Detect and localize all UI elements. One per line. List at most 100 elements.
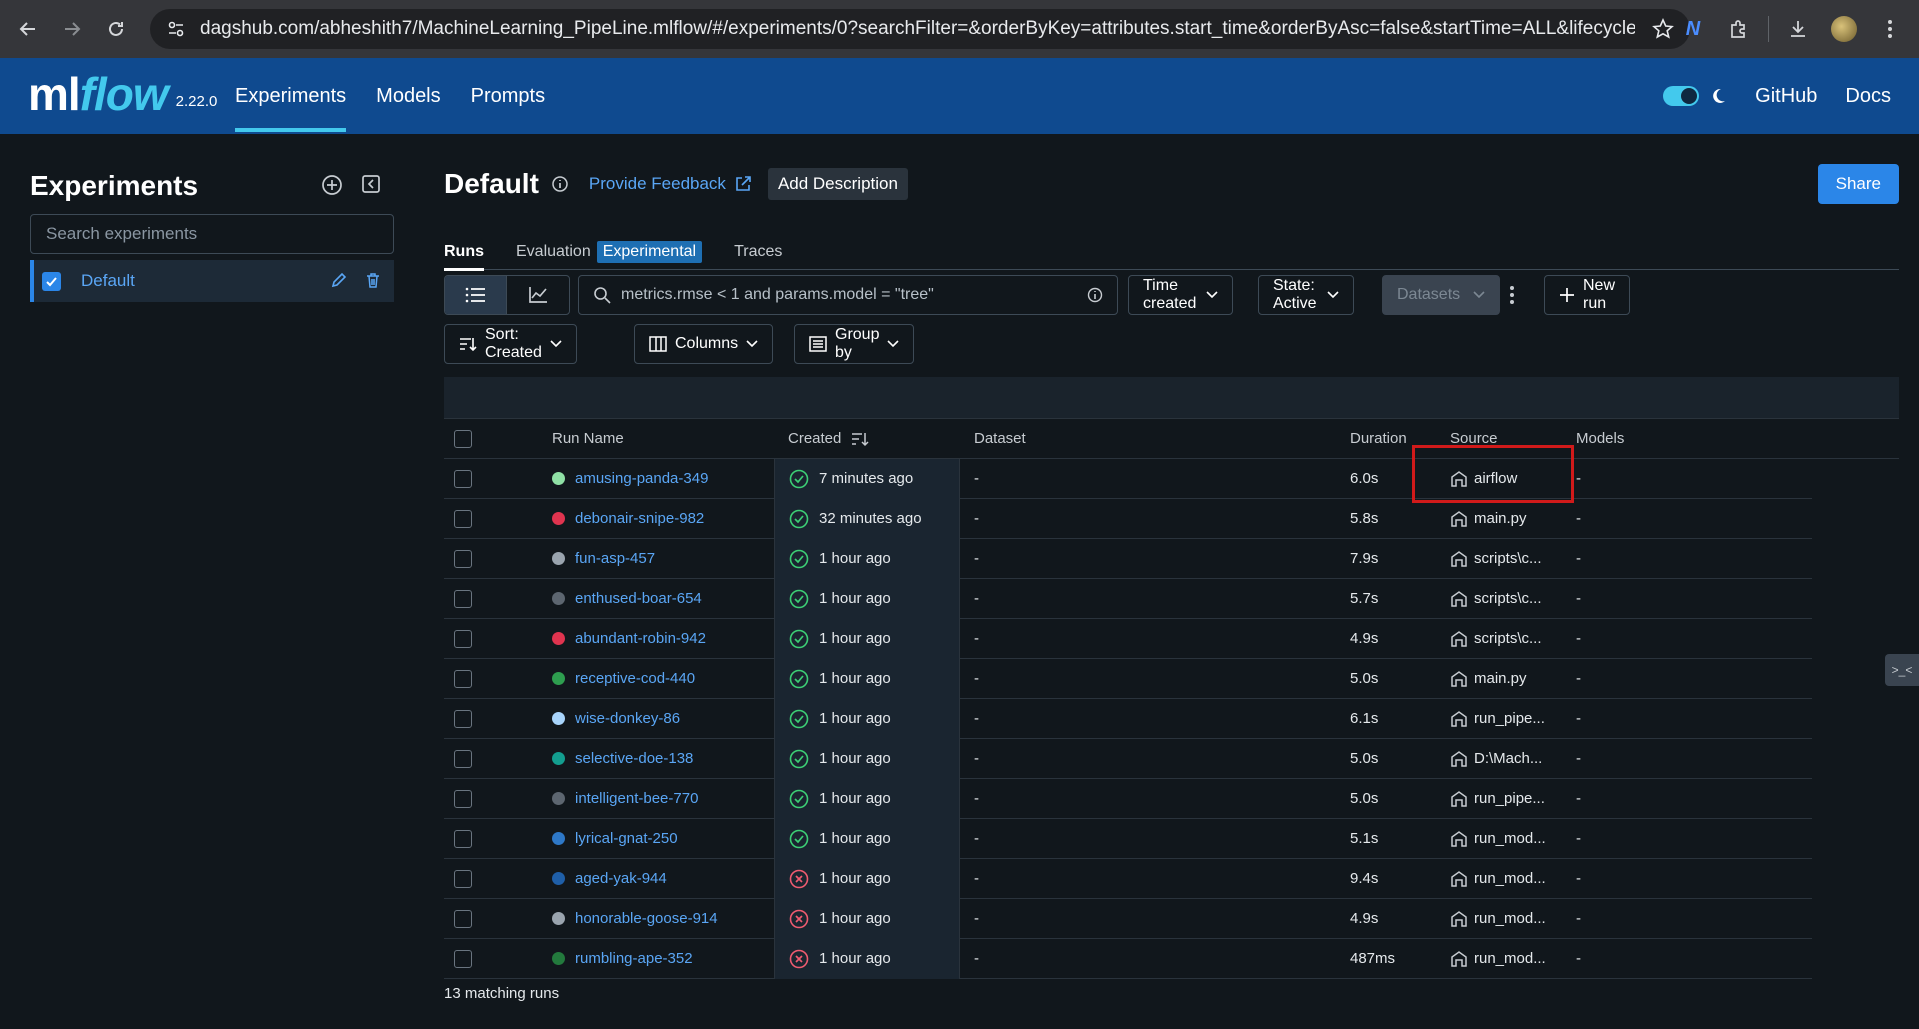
table-row[interactable]: lyrical-gnat-250 1 hour ago -5.1s run_mod..… bbox=[444, 818, 1812, 859]
row-checkbox[interactable] bbox=[454, 589, 472, 608]
table-row[interactable]: abundant-robin-942 1 hour ago -4.9s scripts… bbox=[444, 618, 1812, 659]
docs-link[interactable]: Docs bbox=[1845, 85, 1891, 108]
run-name-link[interactable]: honorable-goose-914 bbox=[552, 910, 718, 927]
source-cell[interactable]: scripts\c... bbox=[1450, 590, 1542, 608]
source-cell[interactable]: run_pipe... bbox=[1450, 710, 1545, 728]
table-row[interactable]: honorable-goose-914 1 hour ago -4.9s run_mo… bbox=[444, 898, 1812, 939]
sidebar-item-default[interactable]: Default bbox=[30, 260, 394, 302]
site-settings-icon[interactable] bbox=[166, 19, 186, 39]
nav-models[interactable]: Models bbox=[376, 58, 440, 134]
row-checkbox[interactable] bbox=[454, 749, 472, 768]
row-checkbox[interactable] bbox=[454, 789, 472, 808]
row-checkbox[interactable] bbox=[454, 509, 472, 528]
time-created-dropdown[interactable]: Time created bbox=[1128, 275, 1234, 315]
run-name-link[interactable]: intelligent-bee-770 bbox=[552, 790, 698, 807]
source-cell[interactable]: run_mod... bbox=[1450, 830, 1546, 848]
checkbox-checked-icon[interactable] bbox=[42, 271, 61, 291]
assistant-toggle-icon[interactable]: >_< bbox=[1885, 654, 1919, 686]
table-row[interactable]: fun-asp-457 1 hour ago -7.9s scripts\c... - bbox=[444, 538, 1812, 579]
tab-traces[interactable]: Traces bbox=[734, 234, 782, 270]
row-checkbox[interactable] bbox=[454, 829, 472, 848]
source-cell[interactable]: D:\Mach... bbox=[1450, 750, 1542, 768]
col-dataset[interactable]: Dataset bbox=[974, 430, 1026, 447]
nav-experiments[interactable]: Experiments bbox=[235, 58, 347, 134]
share-button[interactable]: Share bbox=[1817, 164, 1899, 204]
back-icon[interactable] bbox=[6, 7, 50, 51]
run-name-link[interactable]: receptive-cod-440 bbox=[552, 670, 695, 687]
forward-icon[interactable] bbox=[50, 7, 94, 51]
table-row[interactable]: enthused-boar-654 1 hour ago -5.7s scripts\… bbox=[444, 578, 1812, 619]
table-row[interactable]: aged-yak-944 1 hour ago -9.4s run_mod... - bbox=[444, 858, 1812, 899]
source-cell[interactable]: scripts\c... bbox=[1450, 630, 1542, 648]
nav-prompts[interactable]: Prompts bbox=[471, 58, 545, 134]
new-run-button[interactable]: New run bbox=[1544, 275, 1631, 315]
row-checkbox[interactable] bbox=[454, 909, 472, 928]
source-cell[interactable]: run_mod... bbox=[1450, 950, 1546, 968]
run-name-link[interactable]: debonair-snipe-982 bbox=[552, 510, 704, 527]
dark-mode-toggle[interactable] bbox=[1663, 86, 1700, 106]
source-cell[interactable]: run_pipe... bbox=[1450, 790, 1545, 808]
mlflow-logo[interactable]: ml flow 2.22.0 bbox=[28, 66, 217, 122]
row-checkbox[interactable] bbox=[454, 549, 472, 568]
edit-pencil-icon[interactable] bbox=[330, 271, 348, 289]
more-options-icon[interactable] bbox=[1509, 285, 1515, 305]
tab-evaluation[interactable]: Evaluation Experimental bbox=[516, 234, 703, 270]
search-info-icon[interactable] bbox=[1087, 287, 1103, 303]
col-created[interactable]: Created bbox=[774, 419, 960, 459]
row-checkbox[interactable] bbox=[454, 869, 472, 888]
row-checkbox[interactable] bbox=[454, 949, 472, 968]
table-row[interactable]: selective-doe-138 1 hour ago -5.0s D:\Mach.… bbox=[444, 738, 1812, 779]
run-name-link[interactable]: selective-doe-138 bbox=[552, 750, 693, 767]
run-name-link[interactable]: abundant-robin-942 bbox=[552, 630, 706, 647]
row-checkbox[interactable] bbox=[454, 469, 472, 488]
col-duration[interactable]: Duration bbox=[1350, 430, 1407, 447]
tab-runs[interactable]: Runs bbox=[444, 234, 484, 271]
run-name-link[interactable]: lyrical-gnat-250 bbox=[552, 830, 678, 847]
table-row[interactable]: wise-donkey-86 1 hour ago -6.1s run_pipe...… bbox=[444, 698, 1812, 739]
run-name-link[interactable]: rumbling-ape-352 bbox=[552, 950, 693, 967]
run-name-link[interactable]: fun-asp-457 bbox=[552, 550, 655, 567]
select-all-checkbox[interactable] bbox=[454, 429, 472, 448]
collapse-sidebar-icon[interactable] bbox=[361, 174, 381, 196]
datasets-dropdown[interactable]: Datasets bbox=[1382, 275, 1500, 315]
extension-n-icon[interactable]: N bbox=[1670, 6, 1716, 52]
row-checkbox[interactable] bbox=[454, 709, 472, 728]
table-row[interactable]: amusing-panda-349 7 minutes ago -6.0s airfl… bbox=[444, 458, 1812, 499]
state-dropdown[interactable]: State: Active bbox=[1258, 275, 1354, 315]
search-experiments-input[interactable]: Search experiments bbox=[30, 214, 394, 254]
chart-view-icon[interactable] bbox=[507, 276, 569, 314]
source-cell[interactable]: run_mod... bbox=[1450, 870, 1546, 888]
group-by-dropdown[interactable]: Group by bbox=[794, 324, 915, 364]
run-name-link[interactable]: enthused-boar-654 bbox=[552, 590, 702, 607]
col-models[interactable]: Models bbox=[1576, 430, 1624, 447]
run-name-link[interactable]: amusing-panda-349 bbox=[552, 470, 708, 487]
run-name-link[interactable]: aged-yak-944 bbox=[552, 870, 667, 887]
delete-trash-icon[interactable] bbox=[364, 271, 382, 289]
row-checkbox[interactable] bbox=[454, 669, 472, 688]
table-row[interactable]: rumbling-ape-352 1 hour ago -487ms run_mod.… bbox=[444, 938, 1812, 979]
github-link[interactable]: GitHub bbox=[1755, 85, 1817, 108]
address-bar[interactable]: dagshub.com/abheshith7/MachineLearning_P… bbox=[150, 9, 1690, 49]
reload-icon[interactable] bbox=[94, 7, 138, 51]
source-cell[interactable]: main.py bbox=[1450, 510, 1527, 528]
table-row[interactable]: intelligent-bee-770 1 hour ago -5.0s run_pi… bbox=[444, 778, 1812, 819]
run-name-link[interactable]: wise-donkey-86 bbox=[552, 710, 680, 727]
add-experiment-icon[interactable] bbox=[321, 174, 343, 196]
runs-search-input[interactable]: metrics.rmse < 1 and params.model = "tre… bbox=[578, 275, 1118, 315]
source-cell[interactable]: scripts\c... bbox=[1450, 550, 1542, 568]
col-run-name[interactable]: Run Name bbox=[552, 430, 624, 447]
browser-menu-icon[interactable] bbox=[1867, 6, 1913, 52]
table-view-icon[interactable] bbox=[445, 276, 507, 314]
info-icon[interactable] bbox=[551, 175, 569, 193]
profile-avatar[interactable] bbox=[1821, 6, 1867, 52]
columns-dropdown[interactable]: Columns bbox=[634, 324, 774, 364]
table-row[interactable]: debonair-snipe-982 32 minutes ago -5.8s mai… bbox=[444, 498, 1812, 539]
row-checkbox[interactable] bbox=[454, 629, 472, 648]
extensions-puzzle-icon[interactable] bbox=[1716, 6, 1762, 52]
add-description-button[interactable]: Add Description bbox=[767, 168, 908, 200]
source-cell[interactable]: run_mod... bbox=[1450, 910, 1546, 928]
provide-feedback-link[interactable]: Provide Feedback bbox=[589, 174, 752, 194]
table-row[interactable]: receptive-cod-440 1 hour ago -5.0s main.py - bbox=[444, 658, 1812, 699]
sort-dropdown[interactable]: Sort: Created bbox=[444, 324, 577, 364]
download-icon[interactable] bbox=[1775, 6, 1821, 52]
